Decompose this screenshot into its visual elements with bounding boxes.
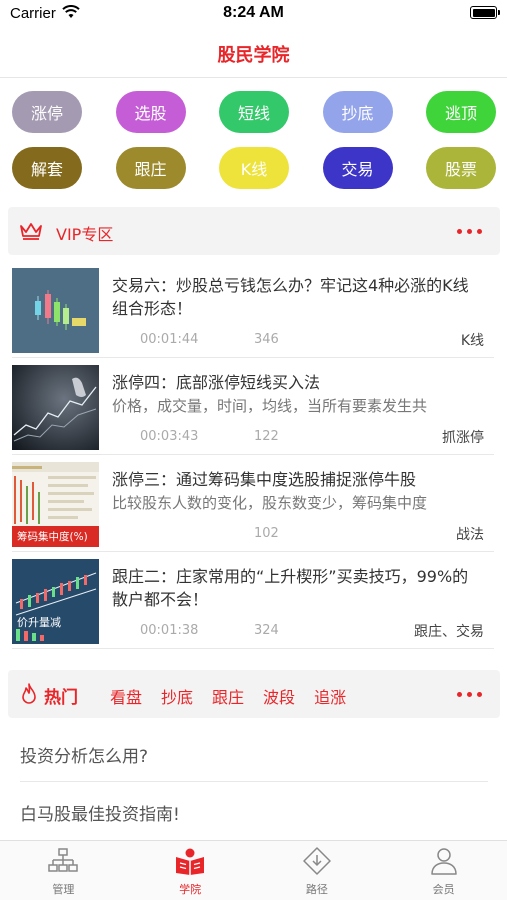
category-pill[interactable]: 股票	[426, 147, 496, 189]
crown-icon	[20, 223, 42, 240]
course-tag[interactable]: 跟庄、交易	[414, 621, 484, 641]
course-thumbnail: 筹码集中度(%)	[12, 462, 99, 547]
course-tag[interactable]: K线	[461, 330, 484, 350]
course-views: 122	[254, 429, 279, 444]
flame-icon	[22, 683, 36, 704]
hot-section-title: 热门	[44, 688, 78, 708]
course-thumbnail	[12, 365, 99, 450]
download-diamond-icon	[303, 847, 331, 875]
hot-list-item[interactable]: 白马股最佳投资指南!	[20, 782, 488, 840]
course-tag[interactable]: 抓涨停	[442, 427, 484, 447]
category-pill[interactable]: 逃顶	[426, 91, 496, 133]
hot-tags: 看盘 抄底 跟庄 波段 追涨	[110, 684, 346, 708]
org-chart-icon	[48, 848, 79, 872]
course-item[interactable]: 交易六：炒股总亏钱怎么办？牢记这4种必涨的K线组合形态！ 00:01:44 34…	[12, 262, 494, 358]
hot-tag[interactable]: 波段	[263, 684, 295, 708]
course-item[interactable]: 筹码集中度(%) 涨停三：通过筹码集中度选股捕捉涨停牛股 比较股东人数的变化，股…	[12, 456, 494, 552]
vip-section-title: VIP专区	[56, 225, 114, 244]
course-views: 324	[254, 623, 279, 638]
hot-tag[interactable]: 跟庄	[212, 684, 244, 708]
category-pill[interactable]: 涨停	[12, 91, 82, 133]
person-icon	[430, 848, 457, 875]
thumbnail-caption: 筹码集中度(%)	[17, 531, 88, 543]
vip-section-header[interactable]: VIP专区	[8, 207, 500, 255]
tab-label: 会员	[432, 883, 455, 896]
course-thumbnail: 价升量减	[12, 559, 99, 644]
category-pill[interactable]: K线	[219, 147, 289, 189]
course-item[interactable]: 价升量减 跟庄二：庄家常用的“上升楔形”买卖技巧，99%的散户都不会！ 00:0…	[12, 553, 494, 649]
course-duration: 00:03:43	[140, 429, 199, 444]
course-views: 102	[254, 526, 279, 541]
tab-label: 管理	[52, 883, 75, 896]
course-title: 涨停三：通过筹码集中度选股捕捉涨停牛股	[112, 470, 417, 489]
thumbnail-caption: 价升量减	[17, 616, 61, 629]
tab-bar: 管理 学院 路径 会员	[0, 840, 507, 900]
category-grid: 涨停 选股 短线 抄底 逃顶 解套 跟庄 K线 交易 股票	[12, 91, 496, 189]
tab-path[interactable]: 路径	[254, 841, 381, 900]
more-icon[interactable]	[457, 229, 482, 234]
hot-tag[interactable]: 看盘	[110, 684, 142, 708]
course-duration: 00:01:44	[140, 332, 199, 347]
category-pill[interactable]: 选股	[115, 91, 186, 133]
status-bar: Carrier 8:24 AM	[0, 0, 507, 30]
hot-tag[interactable]: 抄底	[161, 684, 193, 708]
hot-tag[interactable]: 追涨	[314, 684, 346, 708]
category-pill[interactable]: 抄底	[322, 91, 393, 133]
clock: 8:24 AM	[223, 4, 284, 21]
battery-icon	[470, 6, 500, 19]
tab-management[interactable]: 管理	[0, 841, 127, 900]
hot-list-item[interactable]: 投资分析怎么用?	[20, 724, 488, 782]
book-icon	[176, 848, 205, 875]
tab-label: 学院	[179, 883, 202, 896]
nav-bar: 股民学院	[0, 30, 507, 78]
course-title: 交易六：炒股总亏钱怎么办？牢记这4种必涨的K线组合形态！	[112, 276, 469, 318]
tab-label: 路径	[305, 883, 328, 896]
category-pill[interactable]: 交易	[322, 147, 393, 189]
course-title: 跟庄二：庄家常用的“上升楔形”买卖技巧，99%的散户都不会！	[112, 567, 469, 609]
tab-member[interactable]: 会员	[380, 841, 507, 900]
course-views: 346	[254, 332, 279, 347]
tab-academy[interactable]: 学院	[127, 841, 254, 900]
hot-section-header: 热门 看盘 抄底 跟庄 波段 追涨	[8, 670, 500, 718]
category-pill[interactable]: 解套	[12, 147, 82, 189]
course-title: 涨停四：底部涨停短线买入法	[112, 373, 321, 392]
course-duration: 00:01:38	[140, 623, 199, 638]
category-pill[interactable]: 跟庄	[115, 147, 186, 189]
course-tag[interactable]: 战法	[456, 524, 484, 544]
more-icon[interactable]	[457, 692, 482, 697]
page-title: 股民学院	[217, 45, 290, 66]
category-pill[interactable]: 短线	[219, 91, 289, 133]
course-thumbnail	[12, 268, 99, 353]
course-item[interactable]: 涨停四：底部涨停短线买入法 价格，成交量，时间，均线，当所有要素发生共 00:0…	[12, 359, 494, 455]
course-description: 比较股东人数的变化，股东数变少，筹码集中度	[112, 494, 428, 512]
course-description: 价格，成交量，时间，均线，当所有要素发生共	[112, 397, 428, 415]
